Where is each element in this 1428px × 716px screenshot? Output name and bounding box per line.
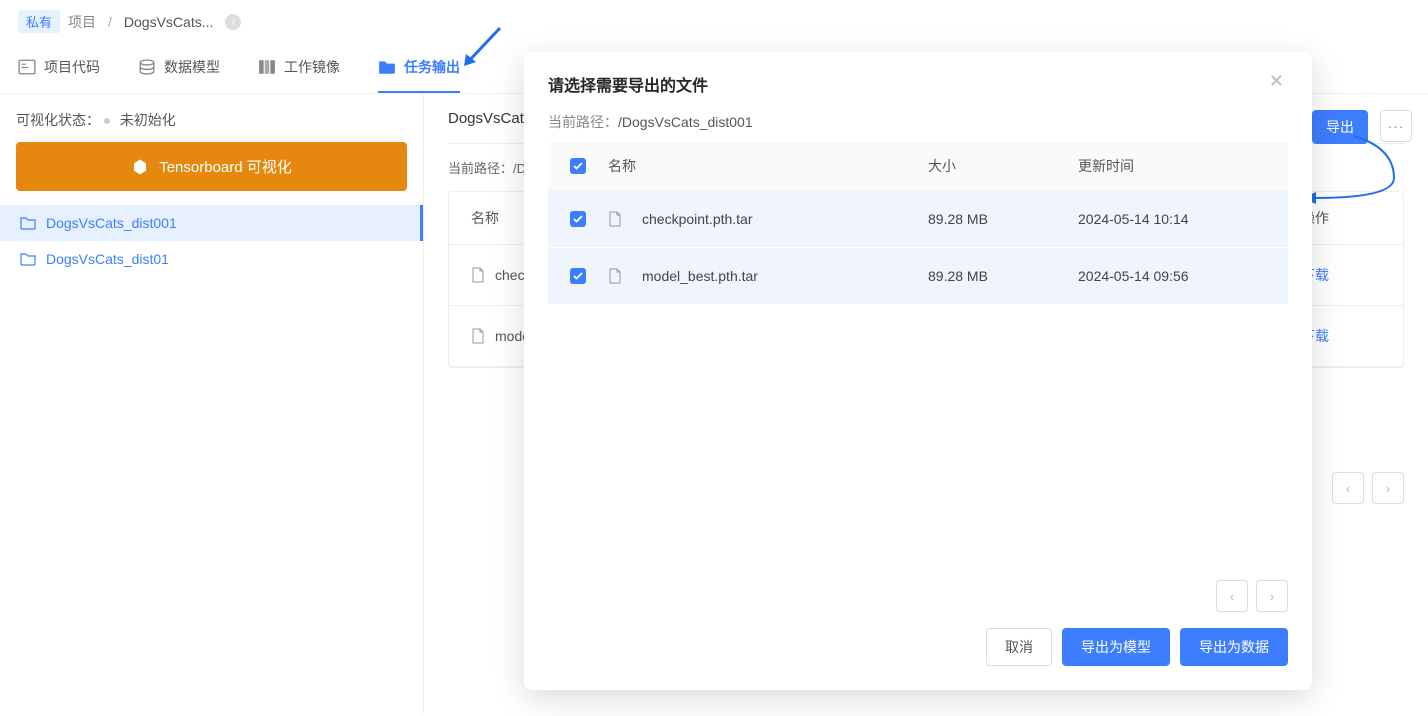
next-page-button[interactable]: › bbox=[1256, 580, 1288, 612]
file-name: model_best.pth.tar bbox=[642, 268, 758, 284]
row-checkbox-cell bbox=[548, 211, 608, 227]
data-icon bbox=[138, 58, 156, 76]
file-icon bbox=[608, 268, 622, 284]
file-icon bbox=[471, 267, 485, 283]
row-checkbox[interactable] bbox=[570, 268, 586, 284]
tab-label: 项目代码 bbox=[44, 57, 100, 77]
file-size: 89.28 MB bbox=[928, 211, 1078, 227]
file-name-cell: checkpoint.pth.tar bbox=[608, 211, 928, 227]
content-pager: ‹ › bbox=[1332, 472, 1404, 504]
privacy-tag: 私有 bbox=[18, 10, 60, 33]
folder-icon bbox=[378, 58, 396, 76]
prev-page-button[interactable]: ‹ bbox=[1216, 580, 1248, 612]
prev-page-button[interactable]: ‹ bbox=[1332, 472, 1364, 504]
code-icon bbox=[18, 58, 36, 76]
folder-item[interactable]: DogsVsCats_dist001 bbox=[0, 205, 423, 241]
modal-table-row[interactable]: model_best.pth.tar 89.28 MB 2024-05-14 0… bbox=[548, 248, 1288, 305]
breadcrumb-project[interactable]: 项目 bbox=[68, 12, 96, 32]
export-data-button[interactable]: 导出为数据 bbox=[1180, 628, 1288, 666]
col-name: 名称 bbox=[608, 156, 928, 176]
vis-label: 可视化状态： bbox=[16, 112, 100, 128]
download-link[interactable]: 下载 bbox=[1301, 326, 1381, 346]
tensorboard-label: Tensorboard 可视化 bbox=[159, 156, 292, 177]
more-button[interactable]: ··· bbox=[1380, 110, 1412, 142]
export-model-button[interactable]: 导出为模型 bbox=[1062, 628, 1170, 666]
tab-project-code[interactable]: 项目代码 bbox=[18, 43, 100, 93]
file-time: 2024-05-14 09:56 bbox=[1078, 268, 1288, 284]
modal-footer: 取消 导出为模型 导出为数据 bbox=[524, 612, 1312, 690]
vis-status: 可视化状态： 未初始化 bbox=[16, 110, 407, 130]
tab-data-model[interactable]: 数据模型 bbox=[138, 43, 220, 93]
tensorboard-button[interactable]: Tensorboard 可视化 bbox=[16, 142, 407, 191]
col-time: 更新时间 bbox=[1078, 156, 1288, 176]
modal-title: 请选择需要导出的文件 bbox=[548, 72, 708, 96]
row-checkbox[interactable] bbox=[570, 211, 586, 227]
cancel-button[interactable]: 取消 bbox=[986, 628, 1052, 666]
sidebar: 可视化状态： 未初始化 Tensorboard 可视化 DogsVsCats_d… bbox=[0, 94, 424, 714]
modal-pager: ‹ › bbox=[524, 570, 1312, 612]
file-icon bbox=[471, 328, 485, 344]
col-size: 大小 bbox=[928, 156, 1078, 176]
modal-table-header: 名称 大小 更新时间 bbox=[548, 142, 1288, 191]
folder-icon bbox=[20, 252, 36, 266]
folder-name: DogsVsCats_dist01 bbox=[46, 251, 169, 267]
tab-work-image[interactable]: 工作镜像 bbox=[258, 43, 340, 93]
tab-label: 工作镜像 bbox=[284, 57, 340, 77]
file-time: 2024-05-14 10:14 bbox=[1078, 211, 1288, 227]
export-modal: 请选择需要导出的文件 ✕ 当前路径：/DogsVsCats_dist001 名称… bbox=[524, 52, 1312, 690]
folder-icon bbox=[20, 216, 36, 230]
file-icon bbox=[608, 211, 622, 227]
breadcrumb-name[interactable]: DogsVsCats... bbox=[124, 14, 213, 30]
tensorboard-icon bbox=[131, 158, 149, 176]
path-value: /DogsVsCats_dist001 bbox=[618, 114, 753, 130]
download-link[interactable]: 下载 bbox=[1301, 265, 1381, 285]
tab-label: 任务输出 bbox=[404, 57, 460, 77]
modal-path: 当前路径：/DogsVsCats_dist001 bbox=[524, 96, 1312, 142]
modal-header: 请选择需要导出的文件 ✕ bbox=[524, 52, 1312, 96]
info-icon[interactable]: i bbox=[225, 14, 241, 30]
col-operation: 操作 bbox=[1301, 208, 1381, 228]
status-dot-icon bbox=[104, 118, 110, 124]
breadcrumb-sep: / bbox=[108, 14, 112, 30]
breadcrumb: 私有 项目 / DogsVsCats... i bbox=[0, 0, 1428, 43]
file-name: checkpoint.pth.tar bbox=[642, 211, 753, 227]
tab-label: 数据模型 bbox=[164, 57, 220, 77]
folder-list: DogsVsCats_dist001 DogsVsCats_dist01 bbox=[0, 205, 423, 277]
modal-table-row[interactable]: checkpoint.pth.tar 89.28 MB 2024-05-14 1… bbox=[548, 191, 1288, 248]
tab-task-output[interactable]: 任务输出 bbox=[378, 43, 460, 93]
close-button[interactable]: ✕ bbox=[1265, 72, 1288, 90]
export-button[interactable]: 导出 bbox=[1312, 110, 1368, 144]
header-checkbox-cell bbox=[548, 158, 608, 174]
row-checkbox-cell bbox=[548, 268, 608, 284]
file-name-cell: model_best.pth.tar bbox=[608, 268, 928, 284]
folder-item[interactable]: DogsVsCats_dist01 bbox=[0, 241, 423, 277]
vis-status-text: 未初始化 bbox=[120, 112, 176, 128]
modal-file-table: 名称 大小 更新时间 checkpoint.pth.tar 89.28 MB 2… bbox=[548, 142, 1288, 570]
folder-name: DogsVsCats_dist001 bbox=[46, 215, 177, 231]
next-page-button[interactable]: › bbox=[1372, 472, 1404, 504]
select-all-checkbox[interactable] bbox=[570, 158, 586, 174]
image-icon bbox=[258, 58, 276, 76]
path-label: 当前路径： bbox=[548, 114, 618, 130]
file-size: 89.28 MB bbox=[928, 268, 1078, 284]
